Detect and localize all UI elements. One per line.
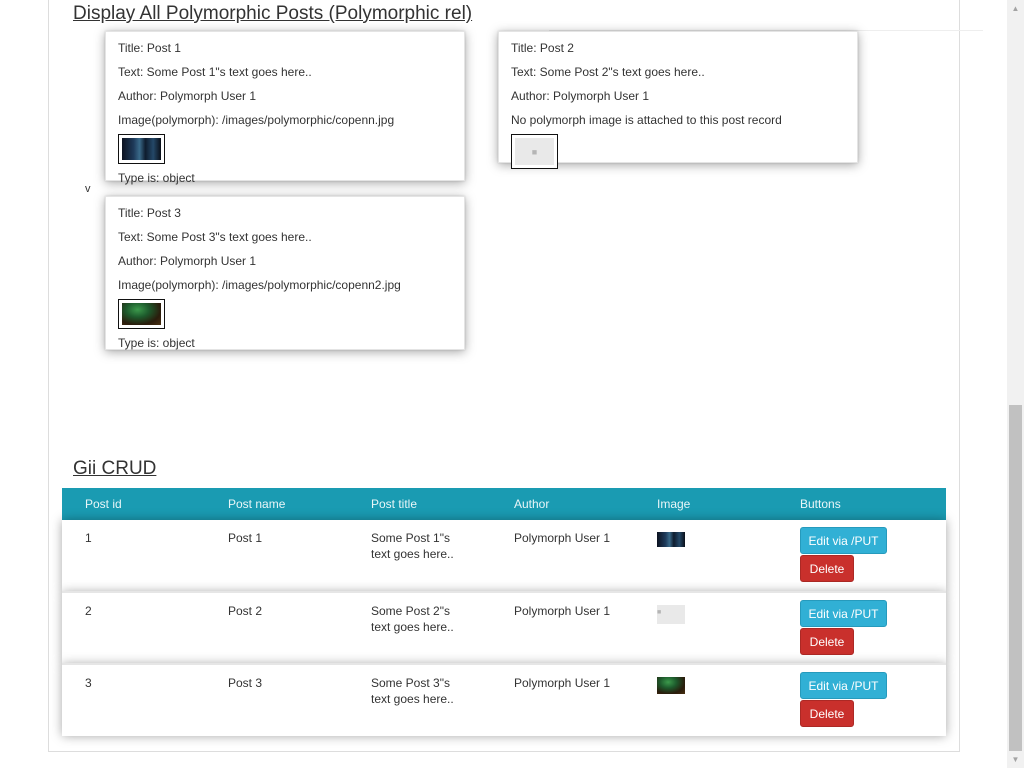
post-name-cell: Post 3 <box>205 663 348 736</box>
column-header: Author <box>491 488 634 520</box>
placeholder-image-icon[interactable]: ■ <box>657 605 685 624</box>
author-cell: Polymorph User 1 <box>491 520 634 592</box>
polymorphic-posts-heading[interactable]: Display All Polymorphic Posts (Polymorph… <box>73 3 472 25</box>
delete-button[interactable]: Delete <box>800 628 854 655</box>
post-author: Author: Polymorph User 1 <box>118 89 257 103</box>
image-cell <box>634 663 777 736</box>
image-cell <box>634 520 777 592</box>
column-header: Buttons <box>777 488 946 520</box>
buttons-cell: Edit via /PUT Delete <box>777 663 946 736</box>
column-header: Post name <box>205 488 348 520</box>
scroll-up-arrow-icon[interactable]: ▲ <box>1007 0 1024 17</box>
post-author: Author: Polymorph User 1 <box>511 89 650 103</box>
post-id-cell: 2 <box>62 591 205 664</box>
author-cell: Polymorph User 1 <box>491 591 634 664</box>
edit-button[interactable]: Edit via /PUT <box>800 527 887 554</box>
column-header: Post title <box>348 488 491 520</box>
city-night-image[interactable] <box>657 532 685 547</box>
post-title-cell: Some Post 2"s text goes here.. <box>348 591 491 664</box>
stray-character: v <box>85 183 91 195</box>
post-title: Title: Post 1 <box>118 41 181 55</box>
column-header: Post id <box>62 488 205 520</box>
edit-button[interactable]: Edit via /PUT <box>800 600 887 627</box>
post-image-thumbnail[interactable]: ■ <box>511 134 558 169</box>
post-card-2: Title: Post 2 Text: Some Post 2"s text g… <box>498 31 858 169</box>
vertical-scrollbar[interactable]: ▲ ▼ <box>1007 0 1024 768</box>
post-name-cell: Post 2 <box>205 591 348 664</box>
crud-table: Post id Post name Post title Author Imag… <box>62 488 946 736</box>
post-text: Text: Some Post 3"s text goes here.. <box>118 230 312 244</box>
post-title-cell: Some Post 3"s text goes here.. <box>348 663 491 736</box>
city-night-image <box>122 138 161 160</box>
post-id-cell: 1 <box>62 520 205 592</box>
placeholder-image-icon: ■ <box>515 138 554 165</box>
edit-button[interactable]: Edit via /PUT <box>800 672 887 699</box>
post-title: Title: Post 2 <box>511 41 574 55</box>
post-title-cell: Some Post 1"s text goes here.. <box>348 520 491 592</box>
delete-button[interactable]: Delete <box>800 555 854 582</box>
gii-crud-heading[interactable]: Gii CRUD <box>73 458 156 480</box>
post-type: Type is: object <box>118 336 195 350</box>
scroll-down-arrow-icon[interactable]: ▼ <box>1007 751 1024 768</box>
table-row: 1 Post 1 Some Post 1"s text goes here.. … <box>62 520 946 592</box>
table-row: 3 Post 3 Some Post 3"s text goes here.. … <box>62 663 946 736</box>
table-row: 2 Post 2 Some Post 2"s text goes here.. … <box>62 591 946 664</box>
author-cell: Polymorph User 1 <box>491 663 634 736</box>
post-text: Text: Some Post 1"s text goes here.. <box>118 65 312 79</box>
post-id-cell: 3 <box>62 663 205 736</box>
post-author: Author: Polymorph User 1 <box>118 254 257 268</box>
post-image-path: Image(polymorph): /images/polymorphic/co… <box>118 113 395 127</box>
post-title: Title: Post 3 <box>118 206 181 220</box>
table-header-row: Post id Post name Post title Author Imag… <box>62 488 946 520</box>
buttons-cell: Edit via /PUT Delete <box>777 520 946 592</box>
post-card-3: Title: Post 3 Text: Some Post 3"s text g… <box>105 196 465 350</box>
post-name-cell: Post 1 <box>205 520 348 592</box>
green-night-image[interactable] <box>657 677 685 694</box>
post-card-1: Title: Post 1 Text: Some Post 1"s text g… <box>105 31 465 185</box>
post-text: Text: Some Post 2"s text goes here.. <box>511 65 705 79</box>
image-cell: ■ <box>634 591 777 664</box>
post-image-path: Image(polymorph): /images/polymorphic/co… <box>118 278 401 292</box>
post-no-image-note: No polymorph image is attached to this p… <box>511 113 782 127</box>
delete-button[interactable]: Delete <box>800 700 854 727</box>
green-night-image <box>122 303 161 325</box>
post-image-thumbnail[interactable] <box>118 134 165 164</box>
buttons-cell: Edit via /PUT Delete <box>777 591 946 664</box>
column-header: Image <box>634 488 777 520</box>
scrollbar-thumb[interactable] <box>1009 405 1022 751</box>
post-type: Type is: object <box>118 171 195 185</box>
post-image-thumbnail[interactable] <box>118 299 165 329</box>
